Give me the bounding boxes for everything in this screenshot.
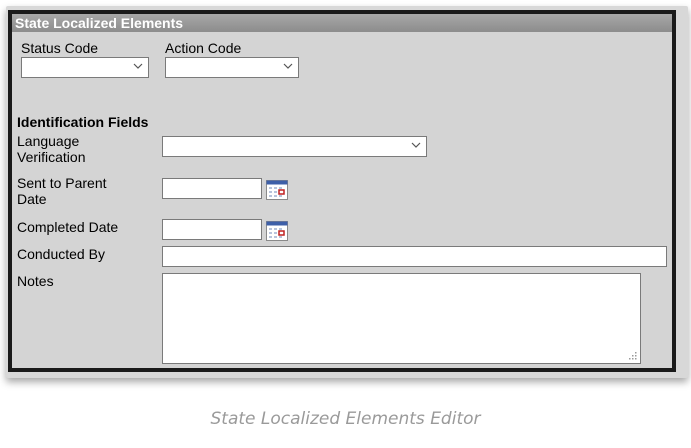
sent-to-parent-date-label-line1: Sent to Parent <box>17 175 107 191</box>
completed-date-input[interactable] <box>162 219 262 240</box>
identification-fields-heading: Identification Fields <box>17 114 149 130</box>
language-verification-label: Language Verification <box>17 133 85 165</box>
sent-to-parent-date-input[interactable] <box>162 178 262 199</box>
sent-to-parent-date-label: Sent to Parent Date <box>17 175 107 207</box>
language-verification-select[interactable] <box>162 136 427 157</box>
chevron-down-icon <box>411 142 421 148</box>
resize-grip-icon[interactable] <box>628 351 637 360</box>
chevron-down-icon <box>283 63 293 69</box>
language-verification-label-line1: Language <box>17 133 80 149</box>
action-code-select[interactable] <box>165 57 299 78</box>
notes-textarea[interactable] <box>162 273 641 364</box>
status-code-label: Status Code <box>21 40 99 56</box>
panel-body: State Localized Elements Status Code Act… <box>12 14 672 368</box>
figure-caption: State Localized Elements Editor <box>210 409 481 429</box>
conducted-by-input[interactable] <box>162 246 667 267</box>
language-verification-label-line2: Verification <box>17 149 86 165</box>
notes-label: Notes <box>17 273 54 289</box>
chevron-down-icon <box>133 63 143 69</box>
state-localized-elements-panel: State Localized Elements Status Code Act… <box>8 10 676 372</box>
calendar-icon[interactable] <box>266 221 288 241</box>
sent-to-parent-date-label-line2: Date <box>17 191 47 207</box>
status-code-select[interactable] <box>21 57 149 78</box>
panel-title: State Localized Elements <box>12 14 672 32</box>
completed-date-label: Completed Date <box>17 219 119 235</box>
action-code-label: Action Code <box>165 40 242 56</box>
calendar-icon[interactable] <box>266 180 288 200</box>
conducted-by-label: Conducted By <box>17 246 105 262</box>
